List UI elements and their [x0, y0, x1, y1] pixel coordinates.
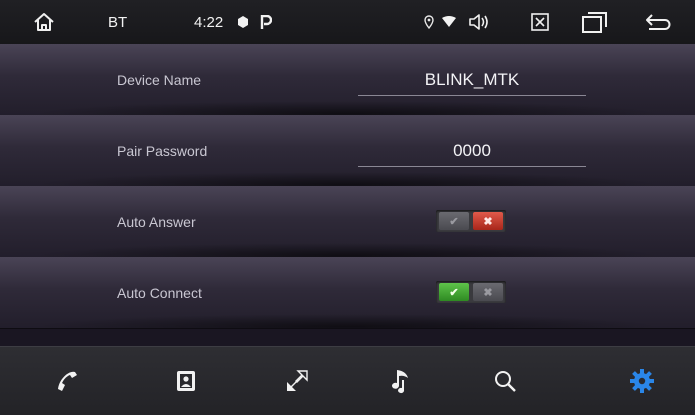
- device-name-field[interactable]: BLINK_MTK: [358, 44, 586, 115]
- pair-password-label: Pair Password: [117, 142, 208, 159]
- auto-connect-row: Auto Connect ✔ ✖: [0, 257, 695, 329]
- clock: 4:22: [194, 13, 224, 31]
- back-icon[interactable]: [643, 0, 673, 44]
- pair-password-value: 0000: [453, 140, 491, 160]
- auto-answer-row: Auto Answer ✔ ✖: [0, 186, 695, 258]
- device-name-row: Device Name BLINK_MTK: [0, 44, 695, 116]
- check-icon: ✔: [439, 283, 469, 301]
- auto-connect-label: Auto Connect: [117, 284, 202, 301]
- status-bar: BT 4:22: [0, 0, 695, 44]
- contacts-icon[interactable]: [156, 347, 216, 415]
- device-name-label: Device Name: [117, 71, 202, 88]
- wifi-icon: [440, 0, 458, 44]
- search-icon[interactable]: [475, 347, 535, 415]
- parking-icon: [258, 0, 274, 44]
- settings-gear-icon[interactable]: [612, 347, 672, 415]
- transfer-icon[interactable]: [267, 347, 327, 415]
- device-name-value: BLINK_MTK: [424, 69, 520, 89]
- pair-password-row: Pair Password 0000: [0, 115, 695, 187]
- pair-password-field[interactable]: 0000: [358, 115, 586, 186]
- app-label: BT: [108, 13, 128, 31]
- auto-connect-toggle[interactable]: ✔ ✖: [436, 281, 506, 303]
- recent-apps-icon[interactable]: [580, 0, 610, 44]
- phone-icon[interactable]: [37, 347, 97, 415]
- auto-answer-label: Auto Answer: [117, 213, 196, 230]
- cross-icon: ✖: [473, 212, 503, 230]
- bluetooth-settings-list: Device Name BLINK_MTK Pair Password 0000…: [0, 44, 695, 346]
- volume-icon[interactable]: [466, 0, 492, 44]
- bottom-nav: [0, 346, 695, 415]
- close-box-icon[interactable]: [528, 0, 552, 44]
- field-underline: [358, 166, 586, 167]
- home-icon[interactable]: [24, 0, 64, 44]
- record-icon: [236, 0, 250, 44]
- music-icon[interactable]: [372, 347, 432, 415]
- field-underline: [358, 95, 586, 96]
- auto-answer-toggle[interactable]: ✔ ✖: [436, 210, 506, 232]
- location-pin-icon: [422, 0, 436, 44]
- cross-icon: ✖: [473, 283, 503, 301]
- check-icon: ✔: [439, 212, 469, 230]
